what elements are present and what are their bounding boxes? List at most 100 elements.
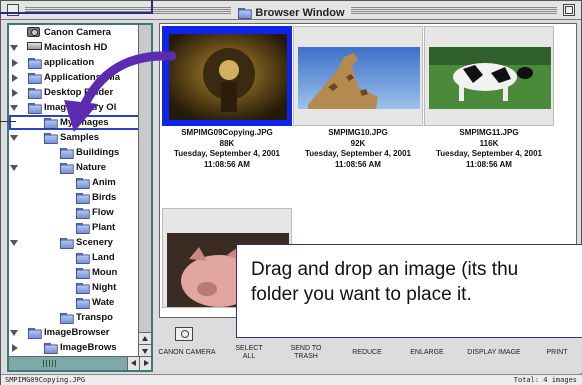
tree-item[interactable]: Nature: [9, 160, 140, 175]
thumbnail-frame[interactable]: [293, 26, 423, 126]
folder-icon: [76, 282, 90, 294]
send-to-trash-button[interactable]: SEND TO TRASH: [283, 345, 329, 361]
folder-icon: [28, 327, 42, 339]
disclosure-right-icon[interactable]: [12, 74, 18, 82]
thumbnail-item[interactable]: SMPIMG11.JPG 116K Tuesday, September 4, …: [424, 26, 554, 170]
disclosure-down-icon[interactable]: [10, 240, 18, 246]
tree-item-label: Buildings: [76, 147, 120, 158]
enlarge-button[interactable]: ENLARGE: [405, 349, 449, 357]
tree-item-label: Canon Camera: [44, 27, 112, 38]
tree-item-label: Macintosh HD: [44, 42, 108, 53]
thumbnail-frame[interactable]: [162, 26, 292, 126]
enlarge-label: ENLARGE: [410, 349, 444, 356]
disclosure-right-icon[interactable]: [12, 89, 18, 97]
reduce-button[interactable]: REDUCE: [347, 349, 387, 357]
thumbnail-item[interactable]: SMPIMG10.JPG 92K Tuesday, September 4, 2…: [293, 26, 423, 170]
tree-item[interactable]: Canon Camera: [9, 25, 140, 40]
disclosure-down-icon[interactable]: [10, 135, 18, 141]
print-button[interactable]: PRINT: [539, 349, 575, 357]
photo-dark-sculpture: [169, 34, 287, 120]
hard-drive-icon: [27, 42, 42, 50]
disclosure-down-icon[interactable]: [10, 330, 18, 336]
tree-item[interactable]: Transpo: [9, 310, 140, 325]
thumbnail-size: 88K: [219, 138, 235, 148]
canon-camera-label: CANON CAMERA: [158, 349, 216, 356]
tree-item[interactable]: Wate: [9, 295, 140, 310]
folder-icon: [76, 252, 90, 264]
disclosure-down-icon[interactable]: [10, 105, 18, 111]
tree-item[interactable]: Night: [9, 280, 140, 295]
status-filename: SMPIMG09Copying.JPG: [5, 376, 86, 384]
display-image-button[interactable]: DISPLAY IMAGE: [459, 349, 529, 357]
send-to-trash-label-1: SEND TO: [290, 345, 322, 352]
folder-icon: [76, 207, 90, 219]
thumbnail-size: 92K: [350, 138, 366, 148]
tree-vertical-scrollbar[interactable]: [138, 25, 151, 356]
tree-item[interactable]: Plant: [9, 220, 140, 235]
tree-item-label: My Images: [60, 117, 109, 128]
instruction-text: Drag and drop an image (its thu folder y…: [251, 259, 519, 305]
tree-item-label: Night: [92, 282, 117, 293]
tree-item-label: ImageBrows: [60, 342, 117, 353]
tree-item[interactable]: ImageLibrary Ol: [9, 100, 140, 115]
select-all-label-1: SELECT: [235, 345, 263, 352]
disclosure-down-icon[interactable]: [10, 45, 18, 51]
tree-item[interactable]: Buildings: [9, 145, 140, 160]
tree-item-label: Moun: [92, 267, 118, 278]
send-to-trash-label-2: TRASH: [294, 353, 318, 360]
display-image-label: DISPLAY IMAGE: [467, 349, 521, 356]
tree-item-label: Transpo: [76, 312, 113, 323]
tree-horizontal-scrollbar[interactable]: [9, 356, 151, 370]
tree-item[interactable]: Birds: [9, 190, 140, 205]
folder-icon: [76, 267, 90, 279]
folder-icon: [60, 147, 74, 159]
tree-item[interactable]: Land: [9, 250, 140, 265]
tree-item[interactable]: application: [9, 55, 140, 70]
folder-icon: [238, 7, 253, 19]
thumbnail-size: 116K: [479, 138, 499, 148]
folder-icon: [76, 177, 90, 189]
print-label: PRINT: [546, 349, 568, 356]
tree-item[interactable]: ImageBrows: [9, 340, 140, 355]
tree-item[interactable]: Macintosh HD: [9, 40, 140, 55]
disclosure-down-icon[interactable]: [10, 165, 18, 171]
scroll-up-arrow-icon[interactable]: [139, 332, 151, 344]
tree-item[interactable]: Scenery: [9, 235, 140, 250]
scroll-grip-icon[interactable]: [43, 360, 57, 367]
disclosure-right-icon[interactable]: [12, 344, 18, 352]
scroll-down-arrow-icon[interactable]: [139, 344, 151, 356]
select-all-button[interactable]: SELECT ALL: [229, 345, 269, 361]
tree-item[interactable]: Desktop Folder: [9, 85, 140, 100]
annotation-frame: [0, 0, 153, 14]
camera-icon: [27, 27, 40, 37]
tree-item-label: Applications (Ma: [44, 72, 121, 83]
tree-item[interactable]: Applications (Ma: [9, 70, 140, 85]
folder-icon: [76, 192, 90, 204]
tree-item[interactable]: Flow: [9, 205, 140, 220]
disclosure-right-icon[interactable]: [12, 59, 18, 67]
window-title: Browser Window: [255, 6, 345, 19]
tree-item[interactable]: Samples: [9, 130, 140, 145]
tree-item[interactable]: Moun: [9, 265, 140, 280]
folder-tree-frame: Canon Camera Macintosh HD application Appli…: [7, 23, 153, 372]
scroll-left-arrow-icon[interactable]: [127, 357, 139, 370]
tree-item-label: Flow: [92, 207, 114, 218]
thumbnail-date: Tuesday, September 4, 2001: [436, 149, 542, 158]
folder-icon: [28, 102, 42, 114]
instruction-callout: Drag and drop an image (its thu folder y…: [236, 244, 582, 338]
tree-item-label: ImageBrowser: [44, 327, 110, 338]
thumbnail-item[interactable]: SMPIMG09Copying.JPG 88K Tuesday, Septemb…: [162, 26, 292, 170]
tree-item[interactable]: My Images: [9, 115, 140, 130]
tree-item[interactable]: ImageBrowser: [9, 325, 140, 340]
thumbnail-frame[interactable]: [424, 26, 554, 126]
scroll-right-arrow-icon[interactable]: [139, 357, 151, 370]
thumbnail-time: 11:08:56 AM: [204, 159, 250, 169]
zoom-box-icon[interactable]: [563, 4, 575, 16]
folder-tree[interactable]: Canon Camera Macintosh HD application Appli…: [9, 25, 140, 356]
tree-item[interactable]: Anim: [9, 175, 140, 190]
tree-item-label: Birds: [92, 192, 117, 203]
tree-item-label: Samples: [60, 132, 100, 143]
canon-camera-button[interactable]: CANON CAMERA: [157, 327, 217, 357]
thumbnail-filename: SMPIMG09Copying.JPG: [181, 128, 273, 137]
thumbnail-date: Tuesday, September 4, 2001: [174, 149, 280, 158]
